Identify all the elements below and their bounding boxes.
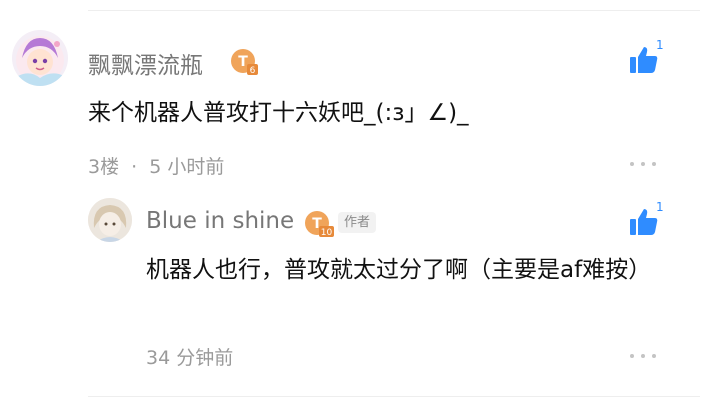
badge-level: 6 <box>250 66 256 76</box>
like-count: 1 <box>656 38 664 52</box>
comment-content: 来个机器人普攻打十六妖吧_(:з」∠)_ <box>88 100 469 126</box>
more-icon[interactable] <box>630 352 656 360</box>
username[interactable]: 飘飘漂流瓶 <box>88 46 203 80</box>
reply-content: 机器人也行，普攻就太过分了啊（主要是af难按） <box>146 257 652 283</box>
badge-level: 10 <box>321 228 333 238</box>
comment-time: 5 小时前 <box>149 156 225 178</box>
top-divider <box>88 10 700 11</box>
comment-meta: 3楼 · 5 小时前 <box>88 152 224 179</box>
svg-text:T: T <box>238 54 248 70</box>
more-icon[interactable] <box>630 160 656 168</box>
reply-username[interactable]: Blue in shine <box>146 208 294 234</box>
reply-avatar[interactable] <box>88 198 132 242</box>
floor-number: 3楼 <box>88 156 120 178</box>
level-badge-icon: T 6 <box>230 48 258 76</box>
reply-time: 34 分钟前 <box>146 347 234 369</box>
bottom-divider <box>88 396 700 397</box>
reply-like-count: 1 <box>656 200 664 214</box>
meta-separator: · <box>131 156 138 178</box>
author-tag: 作者 <box>338 212 377 233</box>
avatar[interactable] <box>12 30 68 86</box>
level-badge-icon: T 10 <box>304 210 334 238</box>
